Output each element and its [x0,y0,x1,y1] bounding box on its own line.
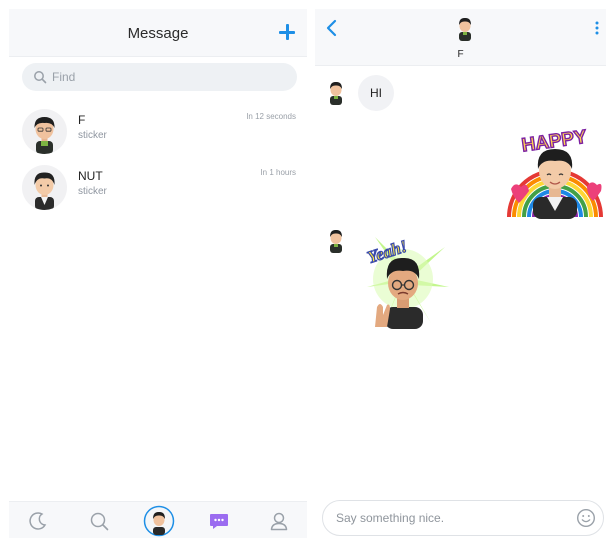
back-icon[interactable] [324,19,340,37]
chat-header: F [315,9,606,66]
nav-search[interactable] [79,502,119,538]
conversation-item-f[interactable]: F sticker In 12 seconds [9,105,307,161]
message-composer[interactable] [322,500,604,536]
app-screenshots: Message Find F sticker In 12 seconds NUT… [0,0,606,538]
contact-avatar[interactable] [455,15,475,41]
search-icon [34,71,47,84]
search-bar[interactable] [22,63,297,91]
message-list-header: Message [9,9,307,57]
nav-discover[interactable] [18,502,58,538]
new-message-button[interactable] [277,22,297,42]
bottom-navigation [9,501,307,538]
happy-sticker[interactable]: HAPPY [505,119,605,219]
conversation-time: In 12 seconds [246,112,296,121]
contact-avatar[interactable] [325,227,347,253]
moon-icon [29,511,47,530]
conversation-name: NUT [78,169,103,183]
yeah-sticker[interactable]: Yeah! [355,227,451,329]
nav-profile[interactable] [259,502,299,538]
search-input[interactable] [52,63,282,91]
contact-avatar[interactable] [325,79,347,105]
conversation-preview: sticker [78,186,107,197]
message-input[interactable] [336,501,566,535]
conversation-name: F [78,113,86,127]
emoji-icon[interactable] [576,508,596,528]
nav-messages[interactable] [199,502,239,538]
nav-avatar[interactable] [139,502,179,538]
message-list-screen: Message Find F sticker In 12 seconds NUT… [9,9,307,538]
more-options-icon[interactable] [591,19,603,37]
conversation-time: In 1 hours [260,168,296,177]
search-icon [90,512,109,530]
avatar [22,165,67,210]
chat-bubble-icon [210,513,228,529]
page-title: Message [127,25,189,42]
chat-screen: F HI HAPPY Yeah! Say something nice. [315,9,606,538]
avatar [22,109,67,154]
sticker-text: HAPPY [520,127,588,157]
profile-icon [270,512,288,530]
message-bubble-incoming: HI [358,75,394,111]
conversation-item-nut[interactable]: NUT sticker In 1 hours [9,161,307,217]
avatar-icon [143,505,175,536]
contact-name: F [457,49,464,60]
conversation-preview: sticker [78,130,107,141]
